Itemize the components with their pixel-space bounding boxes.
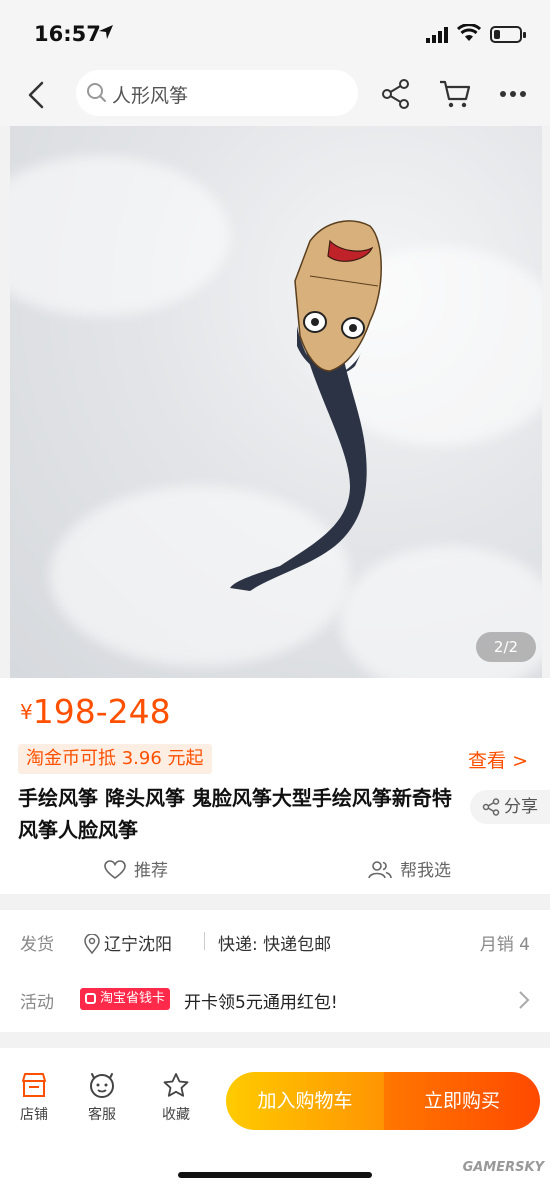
product-title: 手绘风筝 降头风筝 鬼脸风筝大型手绘风筝新奇特风筝人脸风筝 [18, 786, 452, 842]
share-button[interactable]: 分享 [470, 790, 550, 824]
price-range: 198-248 [32, 692, 171, 731]
coin-offer-badge: 淘金币可抵 3.96 元起 [18, 744, 212, 774]
activity-text[interactable]: 开卡领5元通用红包! [184, 988, 338, 1013]
store-icon [22, 1073, 46, 1097]
watermark: GAMERSKY [462, 1160, 544, 1175]
help-pick-label: 帮我选 [400, 861, 451, 881]
more-icon[interactable] [498, 82, 528, 106]
divider [204, 932, 205, 950]
image-counter: 2/2 [476, 632, 536, 662]
favorite-label: 收藏 [162, 1107, 190, 1123]
product-image[interactable]: 2/2 [10, 126, 542, 678]
store-label: 店铺 [20, 1107, 48, 1123]
share-icon [482, 798, 500, 816]
recommend-label: 推荐 [134, 861, 168, 881]
share-label: 分享 [504, 797, 538, 817]
service-tab[interactable]: 客服 [72, 1072, 132, 1124]
top-nav: 人形风筝 [0, 68, 550, 126]
product-info: ¥198-248 淘金币可抵 3.96 元起 查看 > 手绘风筝 降头风筝 鬼脸… [0, 678, 550, 894]
star-icon [163, 1073, 189, 1097]
kite-picture [230, 220, 382, 591]
shipping-label: 发货 [20, 935, 54, 955]
favorite-tab[interactable]: 收藏 [146, 1072, 206, 1124]
service-icon [90, 1073, 114, 1098]
search-bar[interactable]: 人形风筝 [76, 70, 358, 116]
price-currency: ¥ [20, 700, 33, 724]
back-arrow-icon[interactable] [20, 78, 54, 112]
cart-icon[interactable] [438, 78, 472, 110]
price: ¥198-248 [20, 692, 171, 731]
status-time: 16:57 [34, 22, 101, 46]
heart-icon [104, 860, 126, 879]
search-icon [87, 83, 106, 102]
people-icon [368, 861, 392, 879]
activity-label: 活动 [20, 993, 54, 1013]
chevron-right-icon[interactable] [518, 990, 530, 1010]
buy-now-button[interactable]: 立即购买 [384, 1072, 540, 1130]
add-to-cart-button[interactable]: 加入购物车 [226, 1072, 384, 1130]
location-arrow-icon [99, 25, 113, 39]
status-bar: 16:57 [0, 0, 550, 68]
view-more-link[interactable]: 查看 > [468, 746, 528, 773]
shipping-location-text: 辽宁沈阳 [104, 935, 172, 955]
home-indicator [178, 1172, 372, 1178]
express-info: 快递: 快递包邮 [218, 935, 332, 955]
signal-icon [426, 27, 448, 43]
search-query: 人形风筝 [112, 85, 189, 107]
recommend-button[interactable]: 推荐 [104, 856, 168, 881]
location-pin-icon [84, 933, 100, 955]
help-pick-button[interactable]: 帮我选 [368, 856, 451, 881]
share-icon[interactable] [380, 78, 412, 110]
service-label: 客服 [88, 1107, 116, 1123]
shipping-section: 发货 辽宁沈阳 快递: 快递包邮 月销 4 活动 淘宝省钱卡 开卡领5元通用红包… [0, 910, 550, 1032]
battery-icon [490, 26, 526, 43]
wifi-icon [457, 24, 481, 41]
monthly-sales: 月销 4 [479, 935, 530, 955]
shipping-location: 辽宁沈阳 [84, 930, 172, 955]
savings-card-badge: 淘宝省钱卡 [80, 988, 171, 1010]
store-tab[interactable]: 店铺 [4, 1072, 64, 1124]
